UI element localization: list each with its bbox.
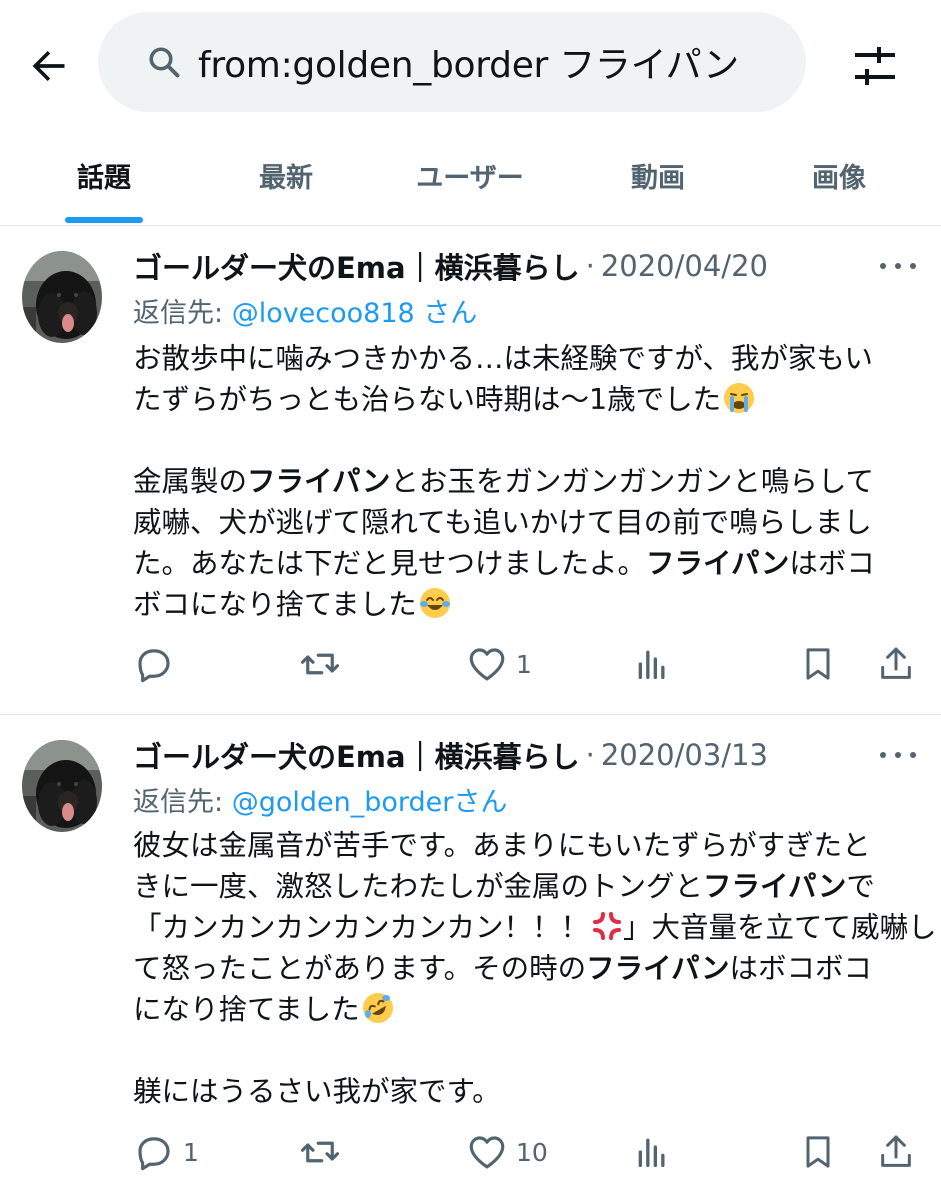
like-count: 1 [516,649,532,679]
loudly-crying-face-icon [723,382,755,414]
tab-videos[interactable]: 動画 [606,125,710,225]
arrow-left-icon [32,50,65,82]
dot-icon [910,752,916,758]
tweet-header: ゴールダー犬のEma｜横浜暮らし · 2020/04/20 [133,244,768,288]
retweet-button[interactable] [298,639,342,689]
more-options-button[interactable] [880,749,916,761]
reply-button[interactable] [133,639,175,689]
text-line: た。あなたは下だと見せつけましたよ。フライパンはボコ [133,547,875,580]
reply-icon [138,1137,170,1171]
tweet-date[interactable]: 2020/03/13 [601,738,768,772]
share-icon [881,1135,911,1167]
tweet-header: ゴールダー犬のEma｜横浜暮らし · 2020/03/13 [133,733,768,777]
heart-icon [469,1136,505,1169]
share-icon [881,647,911,679]
like-button[interactable]: 1 [466,639,532,689]
reply-icon [138,649,170,683]
like-button[interactable]: 10 [466,1127,548,1177]
dot-icon [880,752,886,758]
retweet-icon [300,1141,340,1163]
tweet-date[interactable]: 2020/04/20 [601,249,768,283]
header-separator: · [585,249,595,283]
face-with-tears-of-joy-icon [419,587,451,619]
tab-latest[interactable]: 最新 [234,125,338,225]
tab-top[interactable]: 話題 [52,125,156,225]
header-separator: · [585,738,595,772]
dot-icon [895,752,901,758]
top-bar: from:golden_border フライパン [0,0,941,125]
text-line: 躾にはうるさい我が家です。 [133,1075,501,1108]
dot-icon [880,263,886,269]
heart-icon [469,648,505,681]
tab-people[interactable]: ユーザー [395,125,545,225]
text-line: きに一度、激怒したわたしが金属のトングとフライパンで [133,870,875,903]
search-icon [146,42,186,82]
dot-icon [895,263,901,269]
tab-images[interactable]: 画像 [787,125,891,225]
bookmark-icon [806,648,830,680]
share-button[interactable] [876,639,916,689]
highlight-keyword: フライパン [247,465,391,498]
retweet-button[interactable] [298,1127,342,1177]
share-button[interactable] [876,1127,916,1177]
bar-chart-icon [638,1138,665,1167]
search-tabs: 話題 最新 ユーザー 動画 画像 [0,125,941,226]
search-filter-button[interactable] [846,40,904,92]
tweet-actions: 1 10 [0,1127,941,1177]
rolling-on-floor-laughing-icon [362,992,394,1024]
author-name[interactable]: ゴールダー犬のEma｜横浜暮らし [133,734,580,776]
tweet-text: お散歩中に噛みつきかかる…は未経験ですが、我が家もい たずらがちっとも治らない時… [133,338,913,625]
highlight-keyword: フライパン [586,952,730,985]
active-tab-indicator [65,217,143,223]
text-line: 威嚇、犬が逃げて隠れても追いかけて目の前で鳴らしまし [133,506,872,539]
reply-handle-link[interactable]: @lovecoo818 さん [232,298,478,329]
text-line: 金属製のフライパンとお玉をガンガンガンガンと鳴らして [133,465,875,498]
search-query-text[interactable]: from:golden_border フライパン [198,36,739,88]
more-options-button[interactable] [880,260,916,272]
text-line: お散歩中に噛みつきかかる…は未経験ですが、我が家もい [133,342,873,375]
dot-icon [910,263,916,269]
text-line: 彼女は金属音が苦手です。あまりにもいたずらがすぎたと [133,829,871,862]
retweet-icon [300,653,340,675]
views-button[interactable] [632,639,672,689]
search-input[interactable]: from:golden_border フライパン [98,12,806,112]
bookmark-button[interactable] [798,1127,838,1177]
tweet[interactable]: ゴールダー犬のEma｜横浜暮らし · 2020/03/13 返信先: @gold… [0,715,941,1200]
views-button[interactable] [632,1127,672,1177]
bookmark-button[interactable] [798,639,838,689]
avatar[interactable] [22,251,102,343]
anger-symbol-icon [591,910,623,942]
avatar[interactable] [22,740,102,832]
author-name[interactable]: ゴールダー犬のEma｜横浜暮らし [133,245,580,287]
tweet-text: 彼女は金属音が苦手です。あまりにもいたずらがすぎたと きに一度、激怒したわたしが… [133,825,937,1112]
like-count: 10 [516,1137,548,1167]
text-line: 「カンカンカンカンカンカン！！！ 」大音量を立てて威嚇し [133,910,937,944]
reply-handle-link[interactable]: @golden_borderさん [232,787,508,818]
bookmark-icon [806,1136,830,1168]
tweet[interactable]: ゴールダー犬のEma｜横浜暮らし · 2020/04/20 返信先: @love… [0,226,941,715]
text-line: になり捨てました [133,989,913,1030]
highlight-keyword: フライパン [703,870,847,903]
text-line: ボコになり捨てました [133,584,913,625]
text-line: て怒ったことがあります。その時のフライパンはボコボコ [133,952,873,985]
tweet-actions: 1 [0,639,941,689]
highlight-keyword: フライパン [646,547,790,580]
sliders-icon [855,47,895,85]
reply-prefix: 返信先: [133,787,232,818]
reply-prefix: 返信先: [133,298,232,329]
text-line: たずらがちっとも治らない時期は〜1歳でした [133,379,913,420]
back-button[interactable] [20,40,76,92]
reply-button[interactable]: 1 [133,1127,199,1177]
reply-to: 返信先: @golden_borderさん [133,780,507,819]
bar-chart-icon [638,650,665,679]
reply-count: 1 [183,1137,199,1167]
reply-to: 返信先: @lovecoo818 さん [133,291,477,330]
